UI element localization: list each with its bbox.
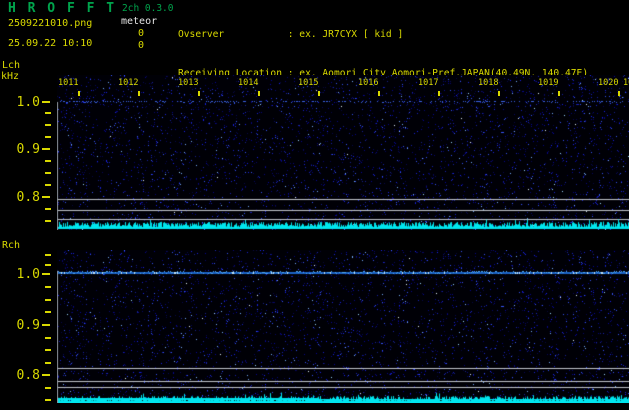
major-tick (42, 374, 50, 376)
minor-tick (45, 220, 51, 222)
rch-ytick-0-8: 0.8 (4, 368, 40, 383)
minor-tick (45, 136, 51, 138)
lch-spectrogram-canvas (57, 75, 629, 230)
time-label-1013: 1013 (178, 78, 198, 88)
minor-tick (45, 387, 51, 389)
time-label-1012: 1012 (118, 78, 138, 88)
minor-tick (45, 362, 51, 364)
minor-tick (45, 311, 51, 313)
time-label-1015: 1015 (298, 78, 318, 88)
rch-channel-label: Rch (2, 240, 20, 251)
time-label-partial-1021: 1021 (623, 78, 629, 88)
time-label-1020: 1020 (598, 78, 618, 88)
minor-tick (45, 160, 51, 162)
minor-tick (45, 286, 51, 288)
lch-channel-label: Lch (2, 60, 20, 71)
time-tick (498, 91, 500, 96)
rch-spectrogram-panel (57, 250, 629, 403)
major-tick (42, 324, 50, 326)
minor-tick (45, 172, 51, 174)
major-tick (42, 148, 50, 150)
lch-ytick-0-8: 0.8 (4, 190, 40, 205)
app-title: H R O F F T (8, 1, 116, 16)
hrofft-app-window: H R O F F T 2ch 0.3.0 2509221010.png met… (0, 0, 629, 410)
time-label-1019: 1019 (538, 78, 558, 88)
minor-tick (45, 399, 51, 401)
time-tick (558, 91, 560, 96)
time-tick (378, 91, 380, 96)
time-tick (138, 91, 140, 96)
minor-tick (45, 299, 51, 301)
time-tick (258, 91, 260, 96)
time-tick (438, 91, 440, 96)
lch-ytick-1-0: 1.0 (4, 95, 40, 110)
lch-spectrogram-panel: 1011 1012 1013 1014 1015 1016 1017 1018 … (57, 75, 629, 230)
minor-tick (45, 112, 51, 114)
minor-tick (45, 184, 51, 186)
time-label-1018: 1018 (478, 78, 498, 88)
time-label-1014: 1014 (238, 78, 258, 88)
lch-unit-label: kHz (1, 71, 19, 82)
minor-tick (45, 337, 51, 339)
time-label-1016: 1016 (358, 78, 378, 88)
major-tick (42, 273, 50, 275)
app-version: 2ch 0.3.0 (122, 3, 173, 14)
lch-ytick-0-9: 0.9 (4, 142, 40, 157)
time-tick (618, 91, 620, 96)
meteor-count-value-top: 0 (138, 28, 144, 39)
minor-tick (45, 124, 51, 126)
rch-ytick-0-9: 0.9 (4, 318, 40, 333)
major-tick (42, 101, 50, 103)
capture-datetime: 25.09.22 10:10 (8, 38, 92, 49)
time-tick (198, 91, 200, 96)
meteor-count-value-bottom: 0 (138, 40, 144, 51)
minor-tick (45, 264, 51, 266)
rch-spectrogram-canvas (57, 250, 629, 403)
rch-ytick-1-0: 1.0 (4, 267, 40, 282)
time-tick (318, 91, 320, 96)
minor-tick (45, 254, 51, 256)
output-filename: 2509221010.png (8, 18, 92, 29)
major-tick (42, 196, 50, 198)
minor-tick (45, 208, 51, 210)
meteor-count-label: meteor (121, 16, 157, 27)
time-tick (78, 91, 80, 96)
minor-tick (45, 349, 51, 351)
observer-line: Ovserver : ex. JR7CYX [ kid ] (178, 28, 617, 41)
time-label-1017: 1017 (418, 78, 438, 88)
time-label-1011: 1011 (58, 78, 78, 88)
